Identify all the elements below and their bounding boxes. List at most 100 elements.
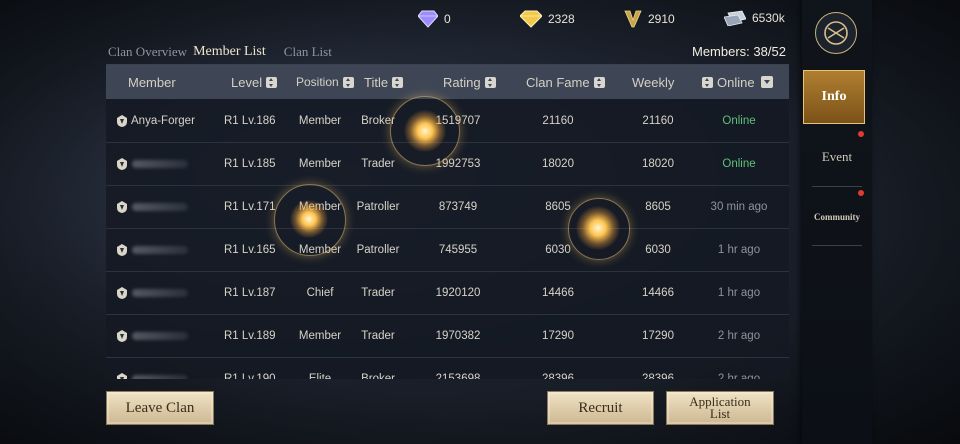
- cell-rating: 1992753: [435, 157, 481, 170]
- shield-a-icon: [117, 243, 127, 256]
- sort-icon[interactable]: [484, 76, 496, 88]
- column-clan-fame[interactable]: Clan Fame: [526, 65, 605, 99]
- clan-emblem-icon[interactable]: [815, 12, 857, 54]
- member-name-redacted: [132, 288, 188, 297]
- v-token-icon: [624, 10, 642, 28]
- currency-v-token: 2910: [624, 10, 675, 28]
- sidebar-tab-event[interactable]: Event: [802, 130, 872, 184]
- recruit-button[interactable]: Recruit: [547, 391, 654, 425]
- cell-weekly: 6030: [645, 243, 671, 256]
- member-name-cell: [116, 314, 226, 357]
- cell-fame: 6030: [545, 243, 571, 256]
- member-name: Anya-Forger: [131, 114, 195, 127]
- crest-rank-icon: [117, 372, 127, 379]
- sort-icon[interactable]: [266, 76, 278, 88]
- table-row[interactable]: R1 Lv.171 Member Patroller 873749 8605 8605 30…: [106, 185, 789, 229]
- column-level[interactable]: Level: [231, 65, 278, 99]
- column-title[interactable]: Title: [364, 65, 404, 99]
- cell-title: Trader: [361, 286, 395, 299]
- divider: [812, 245, 862, 246]
- sort-icon[interactable]: [593, 76, 605, 88]
- cell-weekly: 21160: [642, 114, 674, 127]
- cell-level: R1 Lv.189: [224, 329, 276, 342]
- leave-clan-button[interactable]: Leave Clan: [106, 391, 214, 425]
- cell-rating: 1920120: [435, 286, 481, 299]
- table-row[interactable]: R1 Lv.190 Elite Broker 2153698 28396 28396 2 h…: [106, 357, 789, 379]
- column-label: Position: [296, 75, 339, 89]
- column-label: Member: [128, 74, 176, 90]
- cell-fame: 21160: [542, 114, 574, 127]
- cell-rating: 873749: [438, 200, 478, 213]
- member-name-cell: [116, 357, 226, 379]
- cell-level: R1 Lv.186: [224, 114, 276, 127]
- silver-bar-icon: [724, 10, 746, 26]
- member-name-cell: [116, 185, 226, 228]
- currency-value: 2910: [648, 12, 675, 26]
- cell-weekly: 28396: [642, 372, 674, 380]
- clan-tabs: Clan Overview Member List Clan List: [108, 44, 338, 66]
- member-name-redacted: [132, 159, 188, 168]
- currency-bar: 0 2328 2910 6530k: [0, 10, 800, 30]
- column-label: Rating: [443, 74, 481, 90]
- cell-position: Member: [298, 114, 342, 127]
- cell-online: 1 hr ago: [717, 286, 761, 299]
- cell-online: 2 hr ago: [717, 329, 761, 342]
- sort-icon[interactable]: [392, 76, 404, 88]
- cell-position: Member: [298, 200, 342, 213]
- cell-online: Online: [722, 114, 756, 127]
- column-label: Weekly: [632, 74, 675, 90]
- sidebar-tab-info[interactable]: Info: [803, 70, 865, 124]
- member-table: Member Level Position Title Rating Clan …: [106, 64, 789, 379]
- table-row[interactable]: R1 Lv.187 Chief Trader 1920120 14466 14466 1 h…: [106, 271, 789, 315]
- crest-rank-icon: [117, 200, 127, 213]
- currency-value: 0: [444, 12, 451, 26]
- column-label: Online: [717, 74, 755, 90]
- column-rating[interactable]: Rating: [443, 65, 496, 99]
- member-name-cell: [116, 142, 226, 185]
- cell-weekly: 17290: [642, 329, 674, 342]
- column-label: Clan Fame: [526, 74, 590, 90]
- table-row[interactable]: Anya-Forger R1 Lv.186 Member Broker 1519707 2…: [106, 99, 789, 143]
- cell-rating: 1519707: [435, 114, 481, 127]
- cell-position: Elite: [308, 372, 332, 380]
- table-row[interactable]: R1 Lv.165 Member Patroller 745955 6030 6030 1 …: [106, 228, 789, 272]
- tab-clan-overview[interactable]: Clan Overview: [108, 44, 193, 60]
- cell-fame: 18020: [542, 157, 574, 170]
- cell-level: R1 Lv.171: [224, 200, 276, 213]
- table-row[interactable]: R1 Lv.185 Member Trader 1992753 18020 18020 On…: [106, 142, 789, 186]
- column-online[interactable]: Online: [702, 65, 773, 99]
- column-position[interactable]: Position: [296, 65, 354, 99]
- sort-icon[interactable]: [702, 76, 713, 88]
- sidebar-tab-community[interactable]: Community: [802, 190, 872, 244]
- currency-diamond-gold: 2328: [520, 10, 575, 28]
- member-name-cell: [116, 271, 226, 314]
- cell-fame: 28396: [542, 372, 574, 380]
- currency-silver-bar: 6530k: [724, 10, 785, 26]
- table-row[interactable]: R1 Lv.189 Member Trader 1970382 17290 17290 2 …: [106, 314, 789, 358]
- table-header: Member Level Position Title Rating Clan …: [106, 65, 789, 99]
- application-list-button[interactable]: Application List: [666, 391, 774, 425]
- cell-title: Broker: [361, 372, 395, 380]
- tab-clan-list[interactable]: Clan List: [284, 44, 338, 60]
- cell-title: Broker: [361, 114, 395, 127]
- cell-fame: 17290: [542, 329, 574, 342]
- tab-member-list[interactable]: Member List: [193, 44, 272, 66]
- cell-fame: 8605: [545, 200, 571, 213]
- cell-weekly: 14466: [642, 286, 674, 299]
- flame-rank-icon: [117, 157, 127, 170]
- cell-title: Patroller: [356, 243, 400, 256]
- cell-online: 2 hr ago: [717, 372, 761, 380]
- member-name-redacted: [132, 374, 188, 379]
- member-name-redacted: [132, 245, 188, 254]
- chevron-down-icon[interactable]: [760, 76, 773, 88]
- clan-crest-icon: [824, 21, 848, 45]
- cell-weekly: 8605: [645, 200, 671, 213]
- cell-online: 1 hr ago: [717, 243, 761, 256]
- cell-level: R1 Lv.185: [224, 157, 276, 170]
- sort-icon[interactable]: [342, 76, 354, 88]
- column-label: Title: [364, 74, 389, 90]
- cell-position: Member: [298, 243, 342, 256]
- cell-fame: 14466: [542, 286, 574, 299]
- members-count: Members: 38/52: [692, 44, 786, 59]
- currency-diamond-purple: 0: [418, 10, 451, 28]
